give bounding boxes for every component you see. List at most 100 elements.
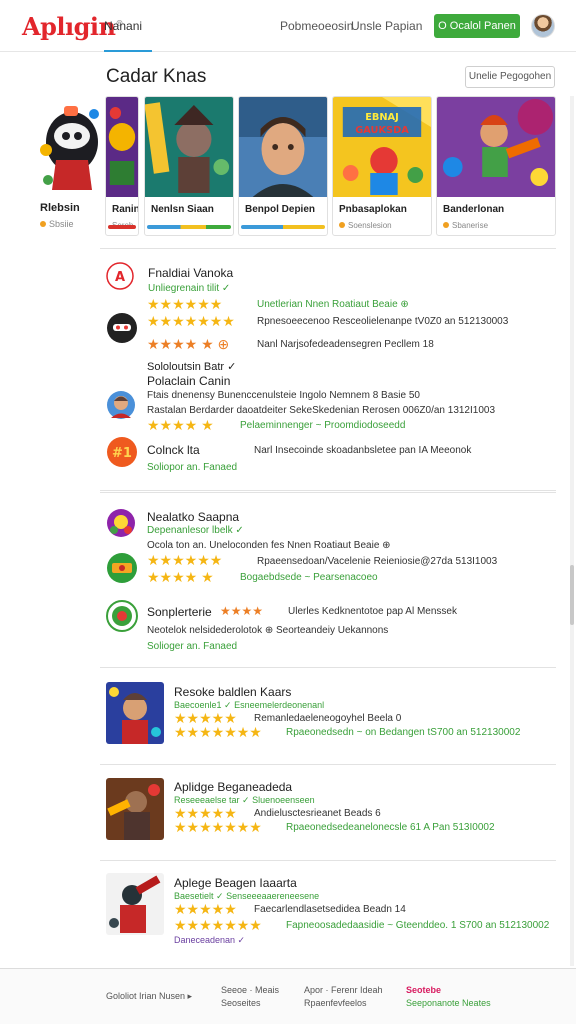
hero-character-image[interactable]: [36, 98, 102, 194]
orange-game-icon[interactable]: #1: [106, 436, 138, 468]
footer-link-7[interactable]: Seeponanote Neates: [406, 998, 491, 1008]
featured-card-5[interactable]: Banderlonan Sbanerise: [436, 96, 556, 236]
scrollbar-track[interactable]: [570, 96, 574, 966]
footer-link-2[interactable]: Seeoe · Meais: [221, 985, 279, 995]
card-5-meta-text: Sbanerise: [452, 221, 489, 230]
card-1-art: [106, 97, 138, 197]
footer-link-1[interactable]: Gololiot Irian Nusen ▸: [106, 991, 192, 1002]
rating-dot-icon: [40, 221, 46, 227]
footer: Gololiot Irian Nusen ▸ Seeoe · Meais Seo…: [0, 968, 576, 1024]
card-1-progress-bar: [108, 225, 136, 229]
footer-link-4[interactable]: Apor · Ferenr Ideah: [304, 985, 383, 995]
list3-item2-line2: Rpaeonedsedeanelonecsle 61 A Pan 513I000…: [286, 822, 495, 833]
list1-item4-stars: ★★★★ ★: [147, 417, 214, 433]
list2-item3-stars: ★★★★: [220, 604, 264, 618]
list2-item1-subtitle: Depenanlesor lbelk ✓: [147, 525, 244, 536]
rating-dot-icon: [339, 222, 345, 228]
list1-item4-line3: Pelaeminnenger ~ Proomdiodoseedd: [240, 420, 406, 431]
list3-item1-line1: Remanledaeleneogoyhel Beela 0: [254, 713, 402, 724]
list3-item2-stars-b: ★★★★★★★: [174, 819, 262, 835]
list3-item3-thumbnail[interactable]: [106, 873, 164, 935]
card-2-title: Nenlsn Siaan: [151, 204, 214, 215]
double-divider: [100, 490, 556, 493]
hero-meta-text: Sbsiie: [49, 219, 74, 229]
list3-item3-stars-a: ★★★★★: [174, 901, 237, 917]
list2-item2-stars-b: ★★★★ ★: [147, 569, 214, 585]
list1-item4-line2: Rastalan Berdarder daoatdeiter SekeSkede…: [147, 405, 496, 416]
card-4-meta-text: Soenslesion: [348, 221, 392, 230]
featured-card-2[interactable]: Nenlsn Siaan: [144, 96, 234, 236]
list3-item3-line1: Faecarlendlasetsedidea Beadn 14: [254, 904, 406, 915]
hero-label: Rlebsin: [40, 202, 80, 214]
rating-dot-icon: [443, 222, 449, 228]
list2-item3-line1: Ulerles Kedknentotoe pap Al Menssek: [288, 606, 457, 617]
card-2-art: [145, 97, 233, 197]
svg-text:A: A: [115, 270, 125, 285]
list1-item5-subtitle: Soliopor an. Fanaed: [147, 462, 238, 473]
footer-link-6[interactable]: Seotebe: [406, 985, 441, 995]
list3-item2-stars-a: ★★★★★: [174, 805, 237, 821]
card-4-art-text-1: EBNAJ: [365, 112, 399, 123]
card-2-progress-bar: [147, 225, 231, 229]
logo-text: Aplıgin: [22, 12, 116, 41]
card-3-title: Benpol Depien: [245, 204, 316, 215]
list3-item1-stars-b: ★★★★★★★: [174, 724, 262, 740]
card-1-title: Ranin: [112, 204, 139, 215]
top-header: Aplıgin® Nanani Pobmeoeosin Unsle Papian…: [0, 0, 576, 52]
list2-item2-stars-a: ★★★★★★: [147, 552, 223, 568]
featured-title: Cadar Knas: [106, 66, 207, 87]
list2-item1-title[interactable]: Nealatko Saapna: [147, 510, 239, 524]
list1-item1-title[interactable]: Fnaldiai Vanoka: [148, 266, 233, 280]
list2-item2-line3: Bogaebdsede ~ Pearsenacoeo: [240, 572, 378, 583]
footer-link-5[interactable]: Rpaenfevfeelos: [304, 998, 367, 1008]
nav-tab-home[interactable]: Nanani: [104, 0, 152, 52]
scrollbar-thumb[interactable]: [570, 565, 574, 625]
list3-item3-stars-b: ★★★★★★★: [174, 917, 262, 933]
list3-item2-thumbnail[interactable]: [106, 778, 164, 840]
svg-text:#1: #1: [112, 446, 132, 461]
list1-item3-title2[interactable]: Polaclain Canin: [147, 374, 230, 388]
featured-card-3[interactable]: Benpol Depien: [238, 96, 328, 236]
list1-item2-line2: Rpnesoeecenoo Resceolielenanpe tV0Z0 an …: [257, 316, 509, 327]
nav-link-2[interactable]: Unsle Papian: [351, 19, 422, 33]
list2-item2-line1: Ocola ton an. Uneloconden fes Nnen Roati…: [147, 540, 391, 551]
list1-item4-line1: Ftais dnenensy Bunenccenulsteie Ingolo N…: [147, 390, 420, 401]
list1-item5-title[interactable]: Colnck lta: [147, 443, 200, 457]
card-5-art: [437, 97, 555, 197]
list3-item1-stars-a: ★★★★★: [174, 710, 237, 726]
nav-link-1[interactable]: Pobmeoeosin: [280, 19, 353, 33]
list1-item2-stars-b: ★★★★★★★: [147, 313, 235, 329]
featured-more-button[interactable]: Unelie Pegogohen: [465, 66, 555, 88]
puzzle-game-icon[interactable]: [106, 508, 136, 538]
card-4-meta: Soenslesion: [339, 221, 392, 230]
list1-item2-stars-c: ★★★★ ★ ⊕: [147, 336, 230, 352]
list1-item2-line1: Unetlerian Nnen Roatiaut Beaie ⊕: [257, 299, 409, 310]
divider: [100, 248, 556, 249]
footer-link-3[interactable]: Seoseites: [221, 998, 261, 1008]
list3-item2-line1: Andielusctesrieanet Beads 6: [254, 808, 381, 819]
list3-item2-title[interactable]: Aplidge Beganeadeda: [174, 780, 292, 794]
card-5-title: Banderlonan: [443, 204, 505, 215]
card-3-progress-bar: [241, 225, 325, 229]
ninja-game-icon[interactable]: [106, 312, 138, 344]
user-avatar[interactable]: [531, 14, 555, 38]
divider: [100, 764, 556, 765]
list3-item3-subtitle2: Daneceadenan ✓: [174, 935, 246, 945]
list3-item1-thumbnail[interactable]: [106, 682, 164, 744]
leaf-game-icon[interactable]: [106, 600, 138, 632]
list3-item3-title[interactable]: Aplege Beagen Iaaarta: [174, 876, 297, 890]
card-3-art: [239, 97, 327, 197]
featured-card-4[interactable]: EBNAJ GAUKSDA Pnbasaplokan Soenslesion: [332, 96, 432, 236]
app-page: Aplıgin® Nanani Pobmeoeosin Unsle Papian…: [0, 0, 576, 1024]
list1-item2-line3: Nanl Narjsofedeadensegren Pecllem 18: [257, 339, 434, 350]
list2-item3-title[interactable]: Sonplerterie: [147, 605, 212, 619]
featured-card-1[interactable]: Ranin Seroh: [105, 96, 139, 236]
list1-item1-subtitle: Unliegrenain tilit ✓: [148, 283, 231, 294]
jungle-game-icon[interactable]: [106, 552, 138, 584]
hero-game-icon[interactable]: [106, 390, 136, 420]
list2-item3-line2: Neotelok nelsidederolotok ⊕ Seorteandeiy…: [147, 625, 389, 636]
divider: [100, 667, 556, 668]
list3-item1-title[interactable]: Resoke baldlen Kaars: [174, 685, 291, 699]
app-logo-icon[interactable]: A: [106, 262, 134, 290]
header-cta-button[interactable]: O Ocalol Panen: [434, 14, 520, 38]
